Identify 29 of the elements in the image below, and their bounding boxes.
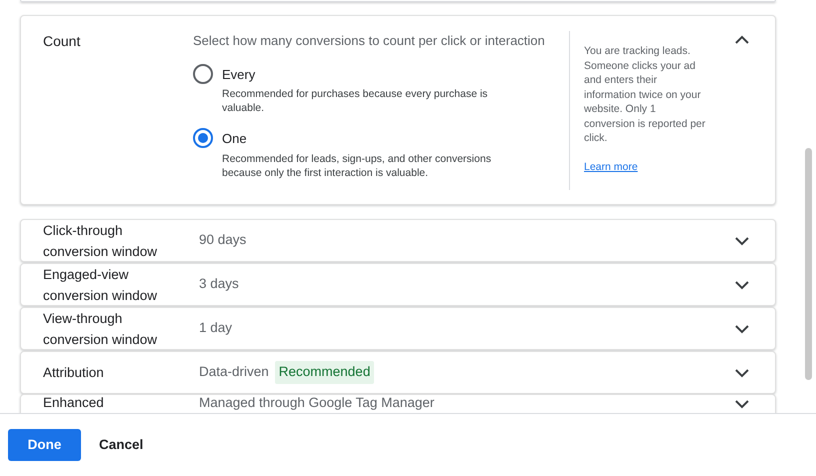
scrollbar-thumb[interactable] <box>805 148 812 380</box>
settings-row[interactable]: View-through conversion window 1 day <box>20 307 776 350</box>
done-button[interactable]: Done <box>8 429 81 461</box>
prompt-text: Select how many conversions to count per click or interaction <box>193 32 546 50</box>
option-label: Every <box>222 66 256 84</box>
settings-row[interactable]: Enhanced Managed through Google Tag Manager <box>20 394 776 413</box>
learn-more-link[interactable]: Learn more <box>584 160 638 174</box>
settings-row[interactable]: Attribution Data-driven Recommended <box>20 351 776 394</box>
cancel-button[interactable]: Cancel <box>97 430 146 460</box>
row-value: Managed through Google Tag Manager <box>199 395 434 411</box>
settings-row[interactable]: Engaged-view conversion window 3 days <box>20 263 776 306</box>
row-value: Data-driven <box>199 363 269 382</box>
option-description: Recommended for leads, sign-ups, and other conversions because only the first interaction is valuable. <box>222 152 492 180</box>
row-value: 3 days <box>199 275 239 294</box>
radio-button[interactable] <box>193 128 213 148</box>
section-label: Count <box>42 32 82 51</box>
row-value: 1 day <box>199 319 232 338</box>
row-label: Enhanced <box>42 395 105 411</box>
recommended-badge: Recommended <box>274 361 374 384</box>
radio-button[interactable] <box>193 64 213 84</box>
row-value: 90 days <box>199 231 246 250</box>
option-description: Recommended for purchases because every purchase is valuable. <box>222 87 489 115</box>
row-label: Engaged-view conversion window <box>42 266 158 304</box>
row-label: Attribution <box>42 364 105 382</box>
option-label: One <box>222 130 248 148</box>
help-text: You are tracking leads. Someone clicks your ad and enters their information twice on your website. Only 1 conversion is reported per click. <box>584 44 706 146</box>
row-label: Click-through conversion window <box>42 222 158 260</box>
settings-row[interactable]: Click-through conversion window 90 days <box>20 219 776 262</box>
row-label: View-through conversion window <box>42 310 158 348</box>
